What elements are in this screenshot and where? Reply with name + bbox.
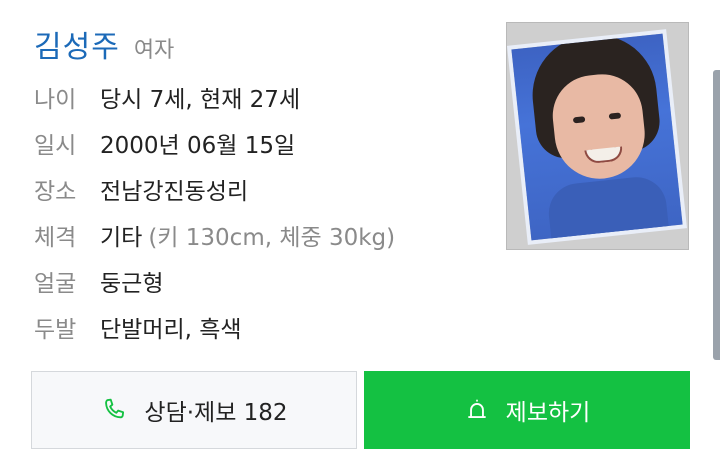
- photo-image: [511, 33, 683, 241]
- call-report-button[interactable]: 상담·제보 182: [31, 371, 357, 449]
- detail-value: 당시 7세, 현재 27세: [100, 87, 301, 113]
- detail-row-face: 얼굴 둥근형: [34, 264, 163, 298]
- detail-row-age: 나이 당시 7세, 현재 27세: [34, 80, 300, 114]
- detail-value: 2000년 06월 15일: [100, 133, 296, 159]
- report-label: 제보하기: [505, 400, 591, 426]
- person-gender: 여자: [133, 38, 175, 63]
- detail-value: 기타: [100, 225, 143, 251]
- call-report-label: 상담·제보 182: [144, 400, 288, 426]
- detail-row-place: 장소 전남강진동성리: [34, 172, 248, 206]
- detail-value: 단발머리, 흑색: [100, 317, 242, 343]
- detail-row-date: 일시 2000년 06월 15일: [34, 126, 295, 160]
- person-name: 김성주: [34, 30, 120, 65]
- detail-label: 장소: [34, 179, 77, 205]
- phone-icon: [100, 396, 128, 424]
- detail-value: 둥근형: [100, 271, 164, 297]
- missing-person-card: 김성주 여자 나이 당시 7세, 현재 27세 일시 2000년 06월 15일…: [0, 0, 720, 468]
- detail-row-hair: 두발 단발머리, 흑색: [34, 310, 242, 344]
- siren-icon: [464, 397, 490, 423]
- detail-value: 전남강진동성리: [100, 179, 249, 205]
- detail-note: (키 130cm, 체중 30kg): [148, 225, 396, 251]
- person-photo[interactable]: [506, 22, 689, 250]
- detail-label: 일시: [34, 133, 77, 159]
- report-button[interactable]: 제보하기: [364, 371, 690, 449]
- detail-label: 체격: [34, 225, 77, 251]
- detail-label: 두발: [34, 317, 77, 343]
- detail-row-build: 체격 기타 (키 130cm, 체중 30kg): [34, 218, 395, 252]
- detail-label: 나이: [34, 87, 77, 113]
- name-row: 김성주 여자: [34, 22, 174, 66]
- detail-label: 얼굴: [34, 271, 77, 297]
- scrollbar[interactable]: [713, 70, 720, 360]
